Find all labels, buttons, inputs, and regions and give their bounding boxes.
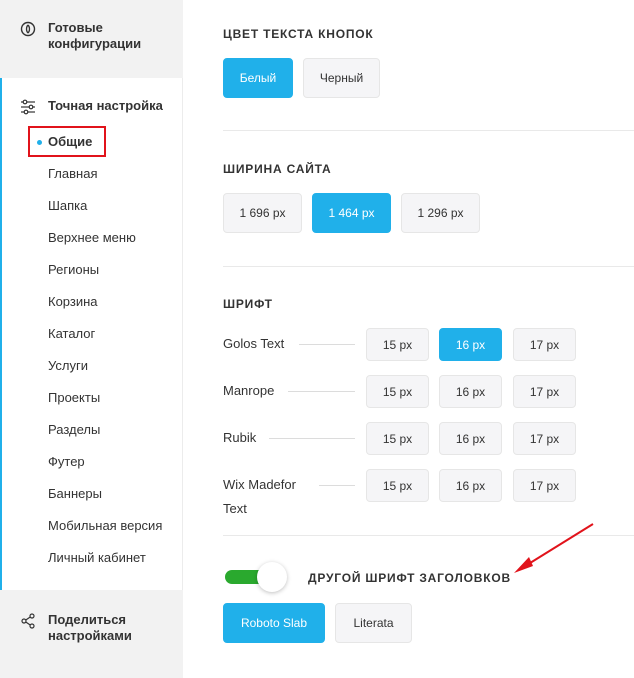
sidebar-item-general[interactable]: Общие <box>48 126 162 158</box>
btn-manrope-17[interactable]: 17 px <box>513 375 576 408</box>
ready-configs-link[interactable]: Готовые конфигурации <box>20 20 158 52</box>
btn-manrope-16[interactable]: 16 px <box>439 375 502 408</box>
sidebar-item-mobile[interactable]: Мобильная версия <box>48 510 162 542</box>
btn-wix-16[interactable]: 16 px <box>439 469 502 502</box>
btn-golos-17[interactable]: 17 px <box>513 328 576 361</box>
btn-wix-15[interactable]: 15 px <box>366 469 429 502</box>
divider <box>223 535 634 536</box>
font-row-line <box>319 485 355 486</box>
btn-width-1696[interactable]: 1 696 px <box>223 193 302 233</box>
heading-font-label: ДРУГОЙ ШРИФТ ЗАГОЛОВКОВ <box>308 571 511 585</box>
font-name-rubik: Rubik <box>223 430 257 445</box>
font-name-wix: Wix Madefor Text <box>223 477 296 516</box>
sidebar-item-banners[interactable]: Баннеры <box>48 478 162 510</box>
fine-tuning-heading[interactable]: Точная настройка <box>20 98 178 115</box>
sliders-icon <box>21 99 35 115</box>
sidebar-item-home[interactable]: Главная <box>48 158 162 190</box>
share-settings-link[interactable]: Поделиться настройками <box>20 612 158 644</box>
font-row-line <box>288 391 355 392</box>
btn-heading-roboto-slab[interactable]: Roboto Slab <box>223 603 325 643</box>
sidebar-item-catalog[interactable]: Каталог <box>48 318 162 350</box>
font-title: ШРИФТ <box>223 297 273 311</box>
share-icon <box>21 613 35 629</box>
share-settings-label: Поделиться настройками <box>48 612 132 643</box>
active-item-dot <box>37 140 42 145</box>
btn-rubik-15[interactable]: 15 px <box>366 422 429 455</box>
sidebar-item-account[interactable]: Личный кабинет <box>48 542 162 574</box>
sidebar-item-projects[interactable]: Проекты <box>48 382 162 414</box>
btn-manrope-15[interactable]: 15 px <box>366 375 429 408</box>
sidebar-item-top-menu[interactable]: Верхнее меню <box>48 222 162 254</box>
ready-configs-label: Готовые конфигурации <box>48 20 142 51</box>
settings-panel: ЦВЕТ ТЕКСТА КНОПОК Белый Черный ШИРИНА С… <box>183 0 634 678</box>
site-width-title: ШИРИНА САЙТА <box>223 162 332 176</box>
btn-golos-16[interactable]: 16 px <box>439 328 502 361</box>
sidebar-accent-line <box>0 78 2 590</box>
btn-wix-17[interactable]: 17 px <box>513 469 576 502</box>
heading-font-toggle[interactable] <box>225 560 287 592</box>
btn-width-1296[interactable]: 1 296 px <box>401 193 480 233</box>
sidebar-item-cart[interactable]: Корзина <box>48 286 162 318</box>
btn-golos-15[interactable]: 15 px <box>366 328 429 361</box>
font-row-line <box>269 438 355 439</box>
sidebar-item-header[interactable]: Шапка <box>48 190 162 222</box>
btn-color-white[interactable]: Белый <box>223 58 293 98</box>
btn-rubik-17[interactable]: 17 px <box>513 422 576 455</box>
divider <box>223 266 634 267</box>
sidebar-item-sections[interactable]: Разделы <box>48 414 162 446</box>
font-row-line <box>299 344 355 345</box>
sidebar: Готовые конфигурации Точная настройка Об… <box>0 0 183 678</box>
fine-tuning-label: Точная настройка <box>48 98 163 113</box>
font-name-golos: Golos Text <box>223 336 285 351</box>
divider <box>223 130 634 131</box>
btn-heading-literata[interactable]: Literata <box>335 603 412 643</box>
btn-width-1464[interactable]: 1 464 px <box>312 193 391 233</box>
sidebar-item-footer[interactable]: Футер <box>48 446 162 478</box>
share-settings-block[interactable]: Поделиться настройками <box>0 590 183 678</box>
ready-configs-block[interactable]: Готовые конфигурации <box>0 0 183 78</box>
sidebar-item-services[interactable]: Услуги <box>48 350 162 382</box>
sidebar-item-regions[interactable]: Регионы <box>48 254 162 286</box>
button-text-color-title: ЦВЕТ ТЕКСТА КНОПОК <box>223 27 374 41</box>
config-icon <box>20 21 36 37</box>
sidebar-menu: Общие Главная Шапка Верхнее меню Регионы… <box>48 126 162 574</box>
btn-color-black[interactable]: Черный <box>303 58 380 98</box>
btn-rubik-16[interactable]: 16 px <box>439 422 502 455</box>
font-name-manrope: Manrope <box>223 383 275 398</box>
toggle-knob <box>257 562 287 592</box>
